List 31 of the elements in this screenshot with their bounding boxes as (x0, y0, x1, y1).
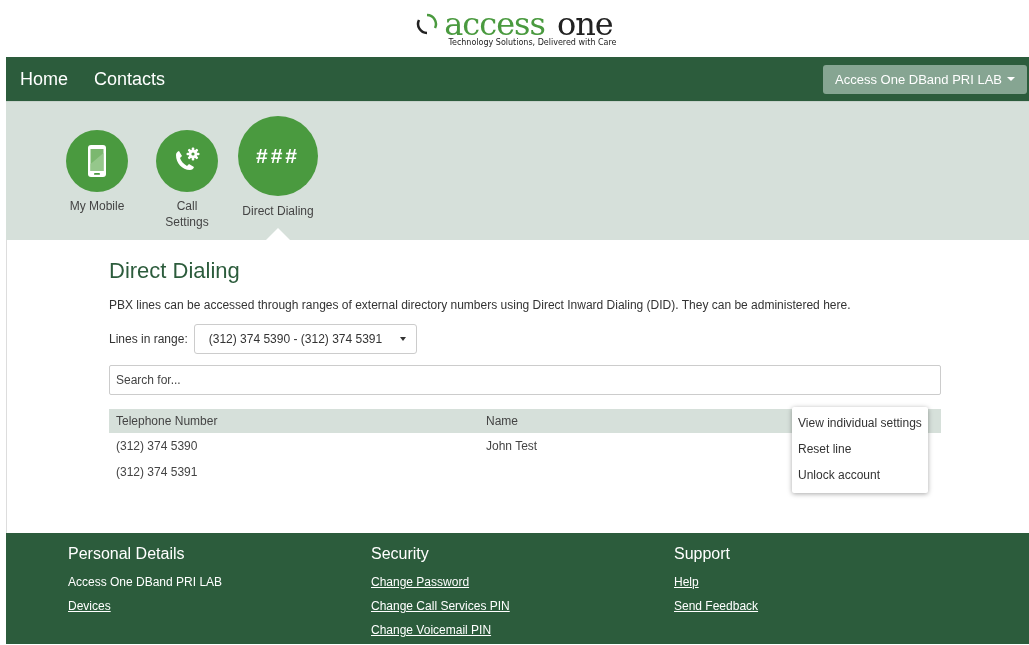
footer-link[interactable]: Help (674, 575, 699, 589)
footer-link[interactable]: Change Voicemail PIN (371, 623, 492, 637)
selection-pointer (266, 228, 290, 240)
feature-tab[interactable]: My Mobile (58, 102, 136, 240)
footer-link[interactable]: Change Password (371, 575, 470, 589)
field-label: Lines in range: (109, 332, 188, 346)
footer-heading: Personal Details (68, 545, 186, 563)
menu-item[interactable]: Reset line (792, 437, 928, 463)
footer-heading: Support (674, 545, 732, 563)
footer-link[interactable]: Change Call Services PIN (371, 599, 510, 613)
hash-icon: ### (255, 144, 300, 168)
logo-tagline: Technology Solutions, Delivered with Care (448, 38, 617, 47)
footer-link[interactable]: Devices (68, 599, 111, 613)
footer-text: Access One DBand PRI LAB (68, 575, 223, 589)
contact-name: John Test (486, 439, 538, 453)
column-header: Telephone Number (109, 409, 479, 433)
logo-text: access (444, 10, 545, 38)
footer-heading: Security (371, 545, 430, 563)
range-select[interactable]: (312) 374 5390 - (312) 374 5391 (193, 324, 418, 354)
phone-number: (312) 374 5390 (116, 439, 198, 453)
menu-item[interactable]: Unlock account (792, 463, 928, 489)
nav-link[interactable]: Contacts (94, 68, 166, 90)
search-field[interactable]: Search for... (109, 365, 941, 395)
logo-text: one (556, 10, 613, 38)
page-title: Direct Dialing (109, 258, 241, 284)
mobile-phone-icon (87, 144, 107, 178)
nav-link[interactable]: Home (20, 68, 68, 90)
footer-link[interactable]: Send Feedback (674, 599, 759, 613)
feature-tab[interactable]: Call Settings (148, 102, 226, 240)
description-text: PBX lines can be accessed through ranges of external directory numbers using Direct Inward Dialing (DID). They can be administered here. (109, 298, 852, 312)
phone-number: (312) 374 5391 (116, 465, 198, 479)
